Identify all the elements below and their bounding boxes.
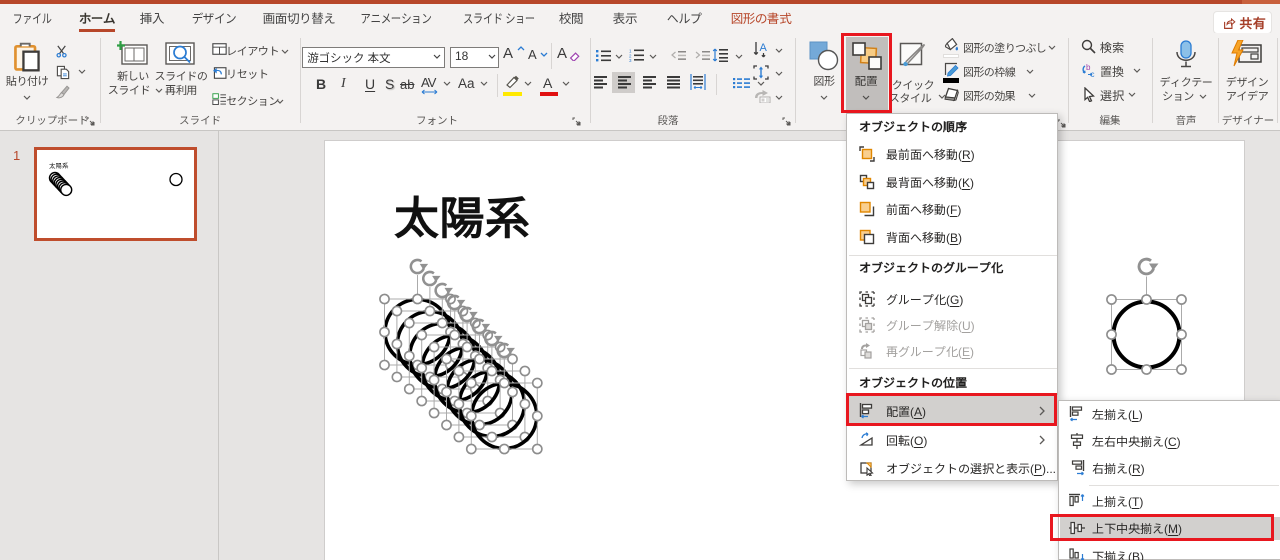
svg-text:A: A [760, 42, 768, 54]
svg-text:3: 3 [629, 58, 632, 62]
